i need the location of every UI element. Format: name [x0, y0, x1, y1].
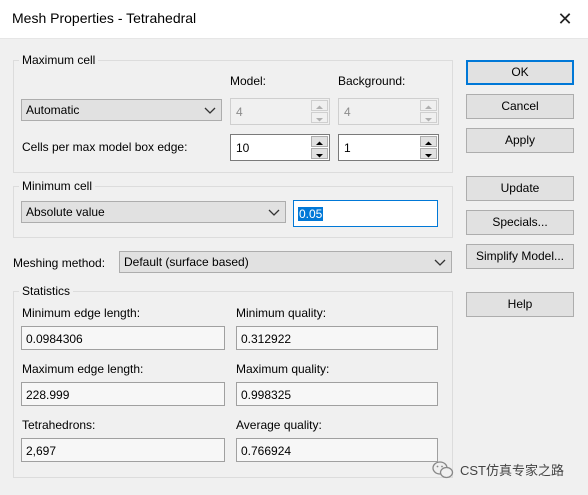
tetrahedrons-label: Tetrahedrons: — [22, 418, 96, 432]
meshing-method-label: Meshing method: — [13, 256, 106, 270]
min-cell-mode-value: Absolute value — [26, 205, 105, 219]
max-edge-label: Maximum edge length: — [22, 362, 144, 376]
cells-per-edge-label: Cells per max model box edge: — [22, 140, 188, 154]
spin-down-icon — [420, 112, 437, 123]
cells-background-value: 1 — [344, 141, 351, 155]
model-max-cell-spinner: 4 — [230, 98, 330, 125]
cells-background-spinner[interactable]: 1 — [338, 134, 439, 161]
chevron-down-icon — [434, 259, 446, 266]
wechat-icon — [432, 460, 454, 478]
chevron-down-icon — [268, 209, 280, 216]
ok-button[interactable]: OK — [466, 60, 574, 85]
window-title: Mesh Properties - Tetrahedral — [12, 10, 197, 26]
spin-down-icon[interactable] — [420, 148, 437, 159]
max-cell-mode-dropdown[interactable]: Automatic — [21, 99, 222, 121]
min-cell-value-text: 0.05 — [298, 207, 324, 221]
simplify-model-button[interactable]: Simplify Model... — [466, 244, 574, 269]
cancel-button[interactable]: Cancel — [466, 94, 574, 119]
chevron-down-icon — [204, 107, 216, 114]
max-quality-value: 0.998325 — [241, 388, 292, 402]
spin-down-icon[interactable] — [311, 148, 328, 159]
background-max-cell-spinner: 4 — [338, 98, 439, 125]
max-edge-field: 228.999 — [21, 382, 225, 406]
help-button[interactable]: Help — [466, 292, 574, 317]
min-cell-mode-dropdown[interactable]: Absolute value — [21, 201, 286, 223]
meshing-method-dropdown[interactable]: Default (surface based) — [119, 251, 452, 273]
min-quality-field: 0.312922 — [236, 326, 438, 350]
spin-up-icon — [311, 100, 328, 111]
avg-quality-label: Average quality: — [236, 418, 322, 432]
max-edge-value: 228.999 — [26, 388, 70, 402]
max-quality-label: Maximum quality: — [236, 362, 330, 376]
close-icon[interactable]: ✕ — [552, 6, 578, 32]
update-button[interactable]: Update — [466, 176, 574, 201]
background-max-cell-value: 4 — [344, 105, 351, 119]
min-edge-value: 0.0984306 — [26, 332, 83, 346]
statistics-title: Statistics — [19, 284, 74, 298]
model-header: Model: — [230, 74, 267, 88]
avg-quality-value: 0.766924 — [241, 444, 292, 458]
avg-quality-field: 0.766924 — [236, 438, 438, 462]
model-max-cell-value: 4 — [236, 105, 243, 119]
min-edge-label: Minimum edge length: — [22, 306, 141, 320]
cells-model-spinner[interactable]: 10 — [230, 134, 330, 161]
background-header: Background: — [338, 74, 406, 88]
spin-down-icon — [311, 112, 328, 123]
tetrahedrons-value: 2,697 — [26, 444, 57, 458]
apply-button[interactable]: Apply — [466, 128, 574, 153]
spin-up-icon[interactable] — [420, 136, 437, 147]
min-edge-field: 0.0984306 — [21, 326, 225, 350]
min-quality-label: Minimum quality: — [236, 306, 327, 320]
meshing-method-value: Default (surface based) — [124, 255, 249, 269]
watermark-text: CST仿真专家之路 — [460, 463, 565, 478]
max-quality-field: 0.998325 — [236, 382, 438, 406]
max-cell-mode-value: Automatic — [26, 103, 80, 117]
maximum-cell-title: Maximum cell — [19, 53, 99, 67]
minimum-cell-title: Minimum cell — [19, 179, 96, 193]
cells-model-value: 10 — [236, 141, 250, 155]
tetrahedrons-field: 2,697 — [21, 438, 225, 462]
specials-button[interactable]: Specials... — [466, 210, 574, 235]
title-bar: Mesh Properties - Tetrahedral ✕ — [0, 0, 588, 39]
watermark: CST仿真专家之路 — [432, 460, 564, 479]
spin-up-icon[interactable] — [311, 136, 328, 147]
min-quality-value: 0.312922 — [241, 332, 292, 346]
spin-up-icon — [420, 100, 437, 111]
min-cell-value-input[interactable]: 0.05 — [293, 200, 438, 227]
